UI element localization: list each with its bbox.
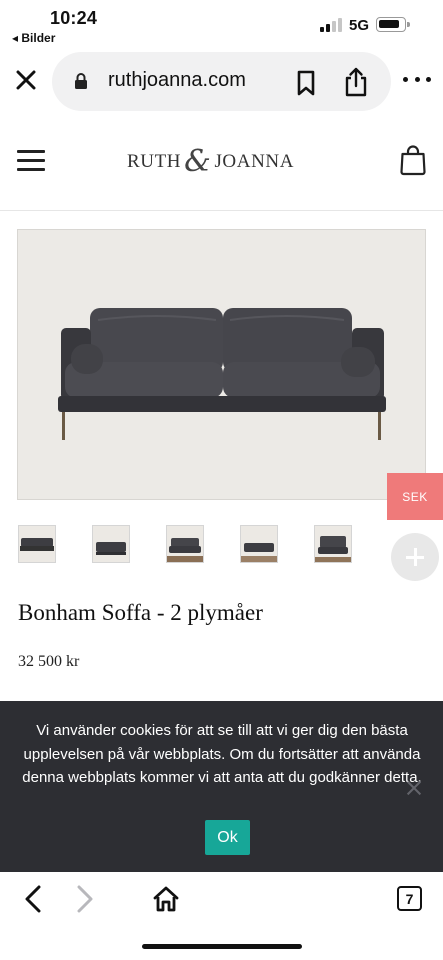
add-button[interactable] bbox=[391, 533, 439, 581]
bookmark-button[interactable] bbox=[293, 69, 319, 97]
site-logo[interactable]: RUTH & JOANNA bbox=[127, 144, 317, 180]
cookie-message: Vi använder cookies för att se till att … bbox=[22, 722, 422, 786]
back-button[interactable] bbox=[22, 884, 46, 914]
home-icon bbox=[153, 886, 179, 912]
product-thumbnail[interactable] bbox=[18, 525, 56, 563]
sofa-image bbox=[58, 308, 386, 440]
forward-arrow-icon bbox=[77, 885, 93, 913]
browser-bottom-toolbar: 7 bbox=[0, 872, 443, 960]
url-text: ruthjoanna.com bbox=[108, 69, 246, 91]
logo-ruth: RUTH bbox=[127, 151, 182, 172]
product-thumbnail[interactable] bbox=[314, 525, 352, 563]
bookmark-icon bbox=[297, 70, 315, 96]
product-thumbnail[interactable] bbox=[166, 525, 204, 563]
shopping-bag-button[interactable] bbox=[399, 144, 427, 176]
header-divider bbox=[0, 210, 443, 211]
close-button[interactable] bbox=[12, 66, 40, 94]
status-time: 10:24 bbox=[50, 8, 98, 28]
hamburger-menu-button[interactable] bbox=[17, 150, 47, 172]
thumbnail-image bbox=[20, 538, 54, 551]
product-thumbnail[interactable] bbox=[240, 525, 278, 563]
thumbnail-image bbox=[241, 543, 277, 562]
status-bar: 10:24 ◂ Bilder 5G bbox=[0, 0, 443, 48]
cookie-ok-button[interactable]: Ok bbox=[205, 820, 250, 855]
home-indicator bbox=[142, 944, 302, 949]
product-title: Bonham Soffa - 2 plymåer bbox=[18, 600, 263, 625]
back-to-app-link[interactable]: ◂ Bilder bbox=[12, 31, 55, 45]
forward-button[interactable] bbox=[72, 884, 96, 914]
product-main-image[interactable] bbox=[17, 229, 426, 500]
shopping-bag-icon bbox=[400, 145, 426, 176]
logo-joanna: JOANNA bbox=[214, 151, 295, 172]
currency-selector-badge[interactable]: SEK bbox=[387, 473, 443, 520]
lock-icon bbox=[75, 73, 87, 89]
share-button[interactable] bbox=[342, 66, 370, 98]
close-icon[interactable] bbox=[406, 780, 422, 796]
thumbnail-image bbox=[96, 542, 126, 555]
cookie-banner: Vi använder cookies för att se till att … bbox=[0, 701, 443, 872]
product-price: 32 500 kr bbox=[18, 653, 80, 670]
logo-ampersand: & bbox=[184, 144, 212, 179]
battery-icon bbox=[376, 17, 410, 32]
address-bar[interactable]: ruthjoanna.com bbox=[52, 52, 391, 111]
product-thumbnail[interactable] bbox=[92, 525, 130, 563]
share-icon bbox=[345, 67, 367, 97]
network-type: 5G bbox=[349, 17, 370, 34]
thumbnail-image bbox=[315, 536, 351, 562]
more-icon bbox=[403, 76, 408, 82]
back-arrow-icon bbox=[25, 885, 41, 913]
tabs-button[interactable]: 7 bbox=[397, 886, 422, 911]
signal-icon bbox=[320, 18, 342, 32]
more-options-button[interactable] bbox=[403, 70, 431, 88]
close-icon bbox=[16, 70, 36, 90]
thumbnail-image bbox=[167, 538, 203, 562]
home-button[interactable] bbox=[152, 886, 180, 912]
